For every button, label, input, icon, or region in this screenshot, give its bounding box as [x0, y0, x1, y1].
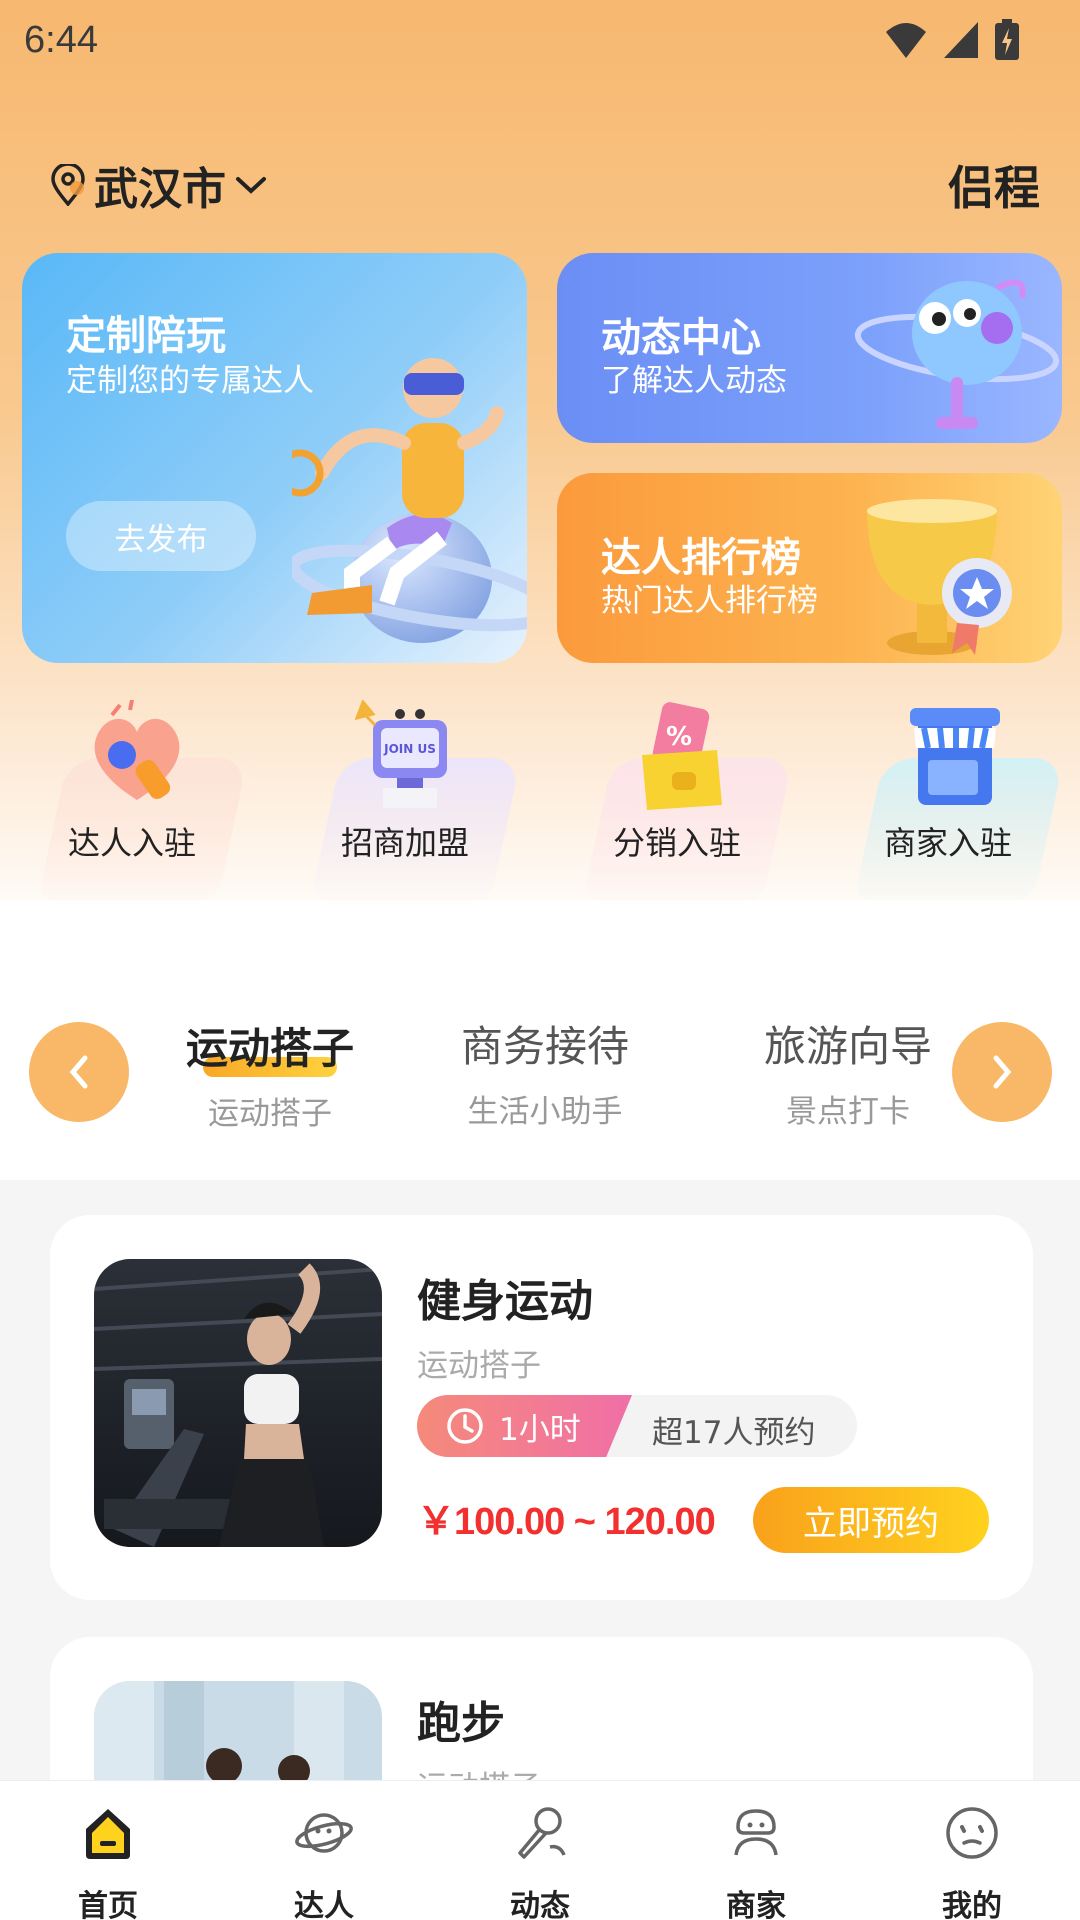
nav-dynamic[interactable]: 动态 — [455, 1781, 625, 1920]
nav-label: 我的 — [942, 1889, 1002, 1920]
quick-entry-franchise[interactable]: JOIN US 招商加盟 — [295, 700, 521, 920]
nav-home[interactable]: 首页 — [23, 1781, 193, 1920]
booking-count: 超17人预约 — [652, 1415, 816, 1451]
service-card[interactable]: 健身运动 运动搭子 1小时 超17人预约 ￥100.00 ~ 120.00 立即… — [50, 1215, 1033, 1600]
category-prev-button[interactable] — [29, 1022, 129, 1122]
custom-companion-card[interactable]: 定制陪玩 定制您的专属达人 去发布 — [22, 253, 527, 663]
category-title: 旅游向导 — [763, 1022, 932, 1071]
brand-title: 侣程 — [948, 161, 1040, 215]
alien-planet-icon — [854, 279, 1060, 429]
microphone-icon — [518, 1807, 566, 1859]
nav-label: 动态 — [510, 1889, 570, 1920]
join-us-computer-icon: JOIN US — [355, 700, 447, 808]
trophy-icon — [867, 499, 1012, 655]
vr-astronaut-planet-icon — [292, 358, 527, 643]
svg-text:JOIN US: JOIN US — [383, 742, 436, 756]
location-pin-icon — [51, 164, 85, 206]
svg-text:%: % — [666, 722, 692, 752]
wifi-icon — [886, 23, 926, 58]
book-now-button[interactable]: 立即预约 — [753, 1487, 989, 1553]
nav-label: 达人 — [294, 1889, 354, 1920]
nav-label: 商家 — [726, 1889, 786, 1920]
top-header: 武汉市 侣程 — [50, 150, 1040, 220]
bottom-nav: 首页 达人 动态 商家 我的 — [0, 1780, 1080, 1920]
status-time: 6:44 — [24, 18, 98, 61]
category-subtitle: 运动搭子 — [208, 1096, 332, 1132]
category-tab-business[interactable]: 商务接待 生活小助手 — [425, 1013, 665, 1131]
category-title: 商务接待 — [460, 1022, 629, 1071]
store-icon — [910, 708, 1000, 805]
coupon-wallet-icon: % — [642, 702, 722, 810]
service-title: 跑步 — [417, 1698, 505, 1749]
publish-button[interactable]: 去发布 — [66, 501, 256, 571]
home-icon — [86, 1809, 130, 1859]
dynamic-card-subtitle: 了解达人动态 — [601, 363, 787, 399]
status-bar: 6:44 — [0, 0, 1080, 80]
nav-label: 首页 — [78, 1889, 138, 1920]
service-category: 运动搭子 — [417, 1348, 541, 1384]
clock-icon — [447, 1408, 483, 1444]
nav-merchant[interactable]: 商家 — [671, 1781, 841, 1920]
nav-talent[interactable]: 达人 — [239, 1781, 409, 1920]
quick-entry-distribution[interactable]: % 分销入驻 — [567, 700, 793, 920]
quick-entry-talent-join[interactable]: 达人入驻 — [22, 700, 248, 920]
category-title: 运动搭子 — [185, 1024, 354, 1073]
category-subtitle: 景点打卡 — [786, 1094, 910, 1130]
chevron-down-icon — [236, 177, 266, 194]
fitness-photo — [94, 1259, 382, 1547]
chevron-right-icon — [993, 1055, 1012, 1089]
duration-text: 1小时 — [499, 1411, 581, 1448]
custom-card-subtitle: 定制您的专属达人 — [66, 363, 314, 399]
dynamic-center-card[interactable]: 动态中心 了解达人动态 — [557, 253, 1062, 443]
city-selector[interactable]: 武汉市 — [50, 153, 268, 217]
ranking-card-subtitle: 热门达人排行榜 — [601, 583, 818, 619]
custom-card-title: 定制陪玩 — [66, 313, 226, 359]
battery-icon — [995, 19, 1019, 60]
nav-mine[interactable]: 我的 — [887, 1781, 1057, 1920]
face-icon — [946, 1807, 998, 1859]
merchant-icon — [734, 1809, 778, 1856]
quick-entry-label: 招商加盟 — [340, 824, 469, 862]
city-name: 武汉市 — [94, 164, 226, 215]
quick-entry-merchant[interactable]: 商家入驻 — [838, 700, 1064, 920]
category-subtitle: 生活小助手 — [467, 1094, 623, 1130]
status-icons — [884, 19, 1020, 61]
quick-entry-label: 分销入驻 — [612, 824, 741, 862]
category-tab-sports[interactable]: 运动搭子 运动搭子 — [150, 1015, 390, 1133]
price-range: ￥100.00 ~ 120.00 — [417, 1501, 716, 1543]
ranking-card[interactable]: 达人排行榜 热门达人排行榜 — [557, 473, 1062, 663]
service-tag: 1小时 超17人预约 — [417, 1395, 857, 1457]
category-tab-travel[interactable]: 旅游向导 景点打卡 — [728, 1013, 968, 1131]
chevron-left-icon — [69, 1055, 88, 1089]
service-image — [94, 1259, 382, 1547]
signal-icon — [944, 22, 978, 58]
heart-megaphone-icon — [94, 700, 180, 800]
quick-entry-label: 商家入驻 — [883, 824, 1012, 862]
quick-entry-label: 达人入驻 — [67, 824, 196, 862]
duration-badge: 1小时 — [417, 1395, 632, 1457]
planet-icon — [295, 1813, 353, 1853]
service-title: 健身运动 — [417, 1276, 593, 1327]
